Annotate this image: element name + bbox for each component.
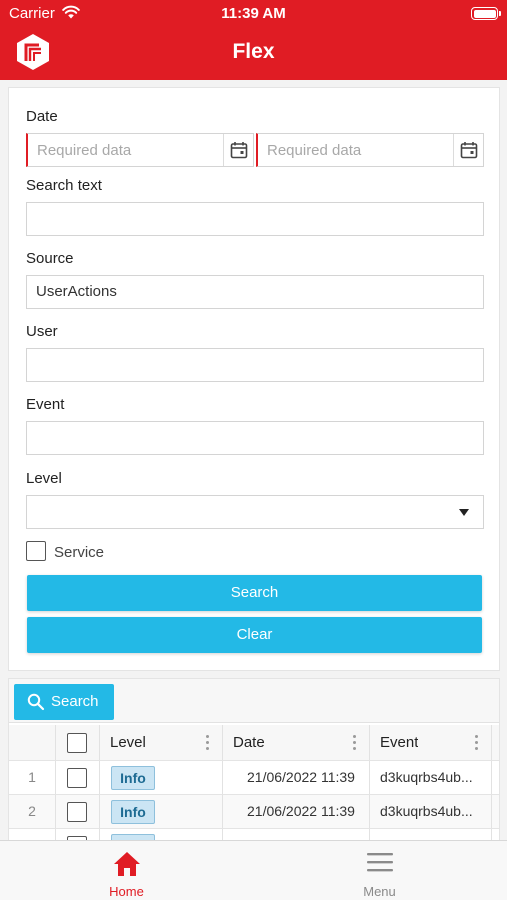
date-to-field[interactable]: Required data [256, 133, 484, 167]
date-cell: 21/06/2022 11:39 [247, 769, 355, 785]
grid-toolbar: Search [9, 679, 499, 723]
date-from-picker-button[interactable] [223, 134, 253, 166]
date-label: Date [26, 108, 58, 125]
tab-home-label: Home [109, 884, 144, 899]
level-label: Level [26, 470, 62, 487]
row-checkbox[interactable] [67, 768, 87, 788]
event-input[interactable] [26, 421, 484, 455]
source-input[interactable]: UserActions [26, 275, 484, 309]
page-title: Flex [232, 40, 275, 63]
results-grid: Search Level Date Event 1 Info 21/06/202… [8, 678, 500, 853]
level-badge: Info [111, 766, 155, 790]
search-button[interactable]: Search [27, 575, 482, 611]
date-from-field[interactable]: Required data [26, 133, 254, 167]
search-text-label: Search text [26, 177, 102, 194]
event-cell: d3kuqrbs4ub... [380, 769, 473, 785]
row-checkbox[interactable] [67, 802, 87, 822]
tab-menu-label: Menu [363, 884, 396, 899]
service-checkbox[interactable] [26, 541, 46, 561]
column-header-event[interactable]: Event [380, 725, 418, 760]
grid-header-row: Level Date Event [9, 725, 499, 761]
row-index: 1 [28, 769, 36, 785]
hamburger-icon [367, 853, 393, 872]
user-label: User [26, 323, 58, 340]
row-index: 2 [28, 803, 36, 819]
event-label: Event [26, 396, 65, 413]
column-menu-icon[interactable] [353, 735, 357, 751]
status-time: 11:39 AM [221, 5, 286, 22]
tab-menu[interactable]: Menu [253, 841, 506, 900]
calendar-icon [460, 142, 478, 159]
filter-form: Date Required data Required data Search [8, 87, 500, 671]
calendar-icon [230, 142, 248, 159]
clear-button[interactable]: Clear [27, 617, 482, 653]
service-label: Service [54, 544, 105, 561]
search-text-input[interactable] [26, 202, 484, 236]
app-header: Carrier 11:39 AM Flex [0, 0, 507, 80]
status-bar: Carrier 11:39 AM [0, 0, 507, 28]
table-row[interactable]: 2 Info 21/06/2022 11:39 d3kuqrbs4ub... [9, 795, 499, 829]
search-icon [27, 693, 45, 711]
level-select[interactable] [26, 495, 484, 529]
column-header-level[interactable]: Level [110, 725, 146, 760]
level-badge: Info [111, 800, 155, 824]
date-to-placeholder: Required data [267, 142, 362, 159]
date-to-picker-button[interactable] [453, 134, 483, 166]
dropdown-arrow-icon [459, 509, 469, 516]
grid-search-button[interactable]: Search [14, 684, 114, 720]
select-all-checkbox[interactable] [67, 733, 87, 753]
battery-icon [471, 7, 501, 20]
home-icon [114, 852, 140, 876]
table-row[interactable]: 1 Info 21/06/2022 11:39 d3kuqrbs4ub... [9, 761, 499, 795]
column-header-date[interactable]: Date [233, 725, 265, 760]
event-cell: d3kuqrbs4ub... [380, 803, 473, 819]
date-from-placeholder: Required data [37, 142, 132, 159]
tab-home[interactable]: Home [0, 841, 253, 900]
user-input[interactable] [26, 348, 484, 382]
column-menu-icon[interactable] [475, 735, 479, 751]
date-cell: 21/06/2022 11:39 [247, 803, 355, 819]
bottom-tab-bar: Home Menu [0, 840, 507, 900]
source-label: Source [26, 250, 74, 267]
column-menu-icon[interactable] [206, 735, 210, 751]
grid-search-label: Search [51, 693, 99, 710]
